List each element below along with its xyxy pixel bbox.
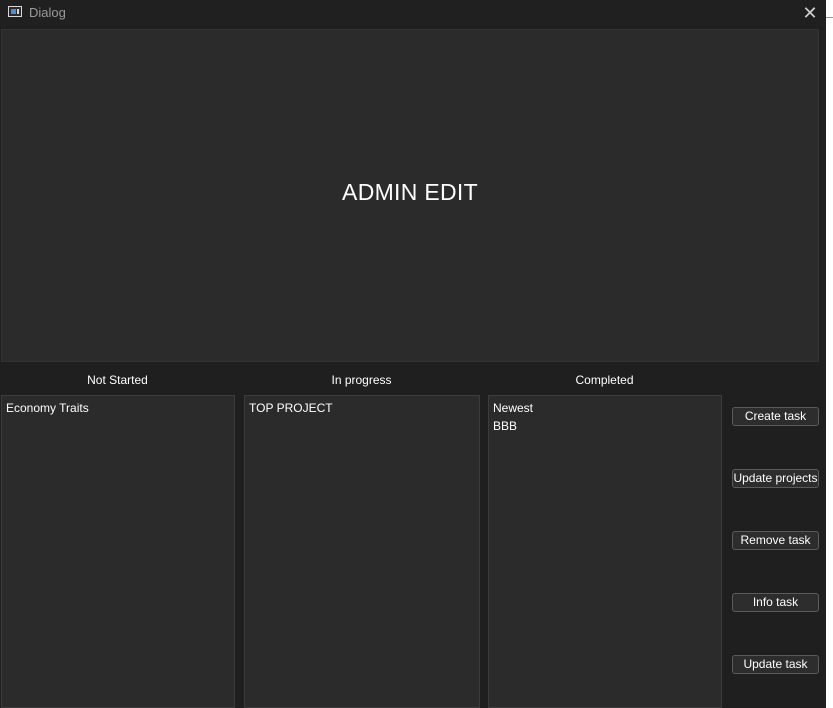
list-not-started[interactable]: Economy Traits	[1, 395, 235, 708]
column-label-in-progress: In progress	[331, 373, 392, 387]
list-in-progress[interactable]: TOP PROJECT	[244, 395, 480, 708]
column-label-not-started: Not Started	[87, 373, 148, 387]
close-icon[interactable]: ✕	[798, 2, 822, 24]
info-task-button[interactable]: Info task	[732, 593, 819, 612]
background-strip	[826, 0, 833, 708]
list-item[interactable]: Economy Traits	[5, 399, 231, 417]
window-title: Dialog	[29, 5, 66, 20]
list-item[interactable]: Newest	[492, 399, 718, 417]
list-completed[interactable]: Newest BBB	[488, 395, 722, 708]
list-item[interactable]: TOP PROJECT	[248, 399, 476, 417]
divider	[826, 17, 833, 18]
update-projects-button[interactable]: Update projects	[732, 469, 819, 488]
remove-task-button[interactable]: Remove task	[732, 531, 819, 550]
title-bar[interactable]: Dialog ✕	[0, 0, 826, 26]
page-title: ADMIN EDIT	[342, 179, 478, 205]
column-label-completed: Completed	[575, 373, 634, 387]
update-task-button[interactable]: Update task	[732, 655, 819, 674]
dialog-window: Dialog ✕ ADMIN EDIT Not Started In progr…	[0, 0, 826, 708]
list-item[interactable]: BBB	[492, 417, 718, 435]
create-task-button[interactable]: Create task	[732, 407, 819, 426]
app-icon	[8, 6, 22, 17]
